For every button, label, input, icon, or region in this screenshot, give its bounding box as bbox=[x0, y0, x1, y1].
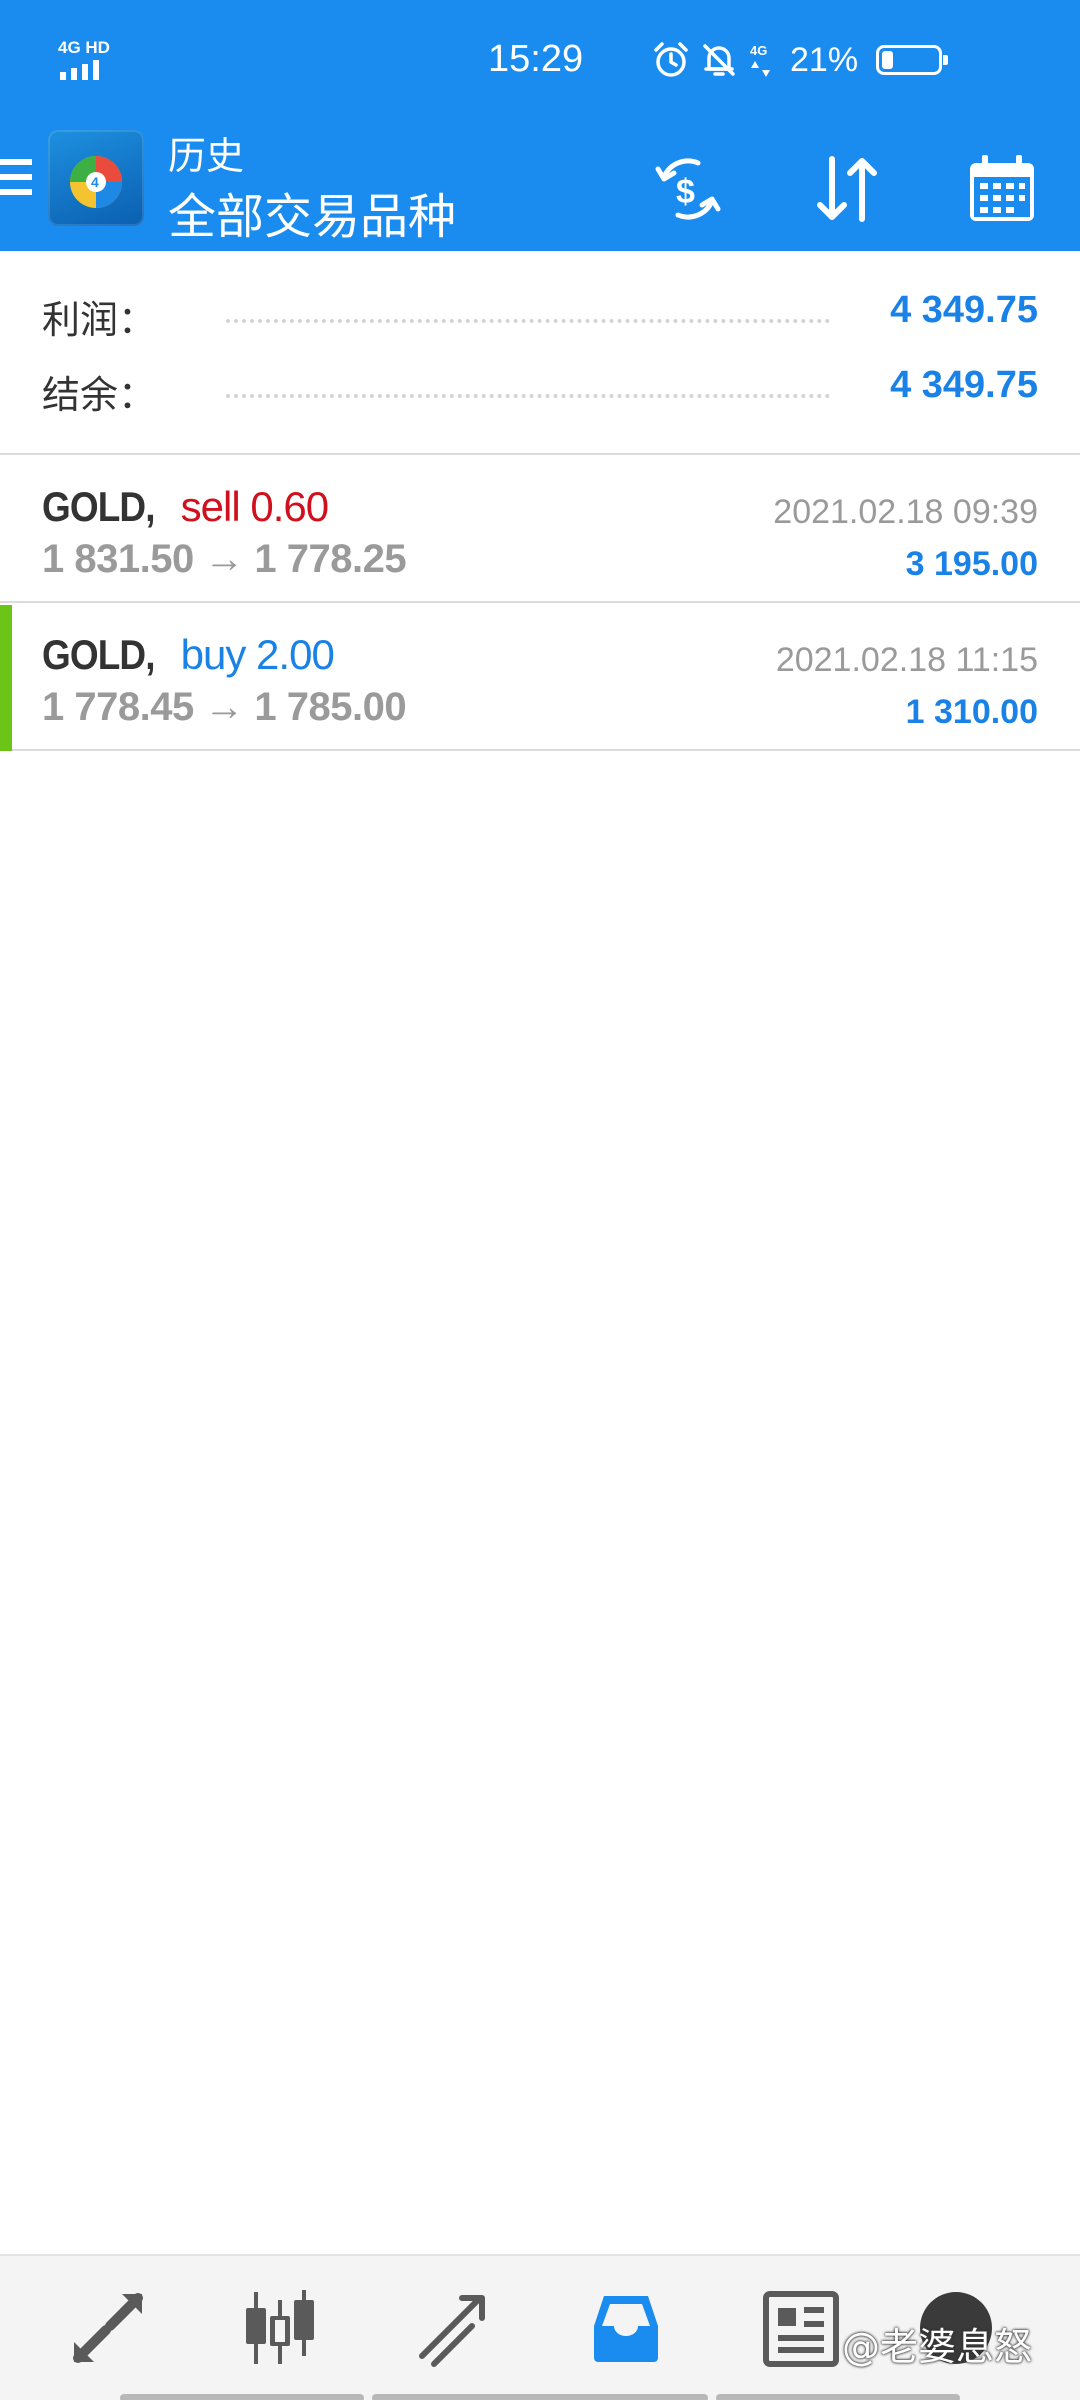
history-icon[interactable] bbox=[584, 2286, 668, 2370]
chart-icon[interactable] bbox=[238, 2286, 322, 2370]
mute-bell-icon bbox=[703, 44, 735, 76]
battery-percent: 21% bbox=[790, 40, 859, 79]
calendar-icon[interactable] bbox=[960, 147, 1044, 231]
history-summary: 利润： 4 349.75 结余： 4 349.75 bbox=[0, 251, 1080, 455]
metatrader-logo-icon: 4 bbox=[70, 156, 122, 208]
screen-subtitle: 历史 bbox=[168, 134, 245, 178]
profit-row: 利润： 4 349.75 bbox=[42, 289, 1038, 349]
app-bar: 4 历史 全部交易品种 $ bbox=[0, 125, 1080, 251]
svg-text:4G: 4G bbox=[750, 43, 767, 58]
watermark-text: @老婆息怒 bbox=[842, 2325, 1033, 2369]
deal-profit: 1 310.00 bbox=[905, 693, 1038, 731]
dotted-leader bbox=[226, 394, 830, 398]
deal-prices: 1 778.45 → 1 785.00 bbox=[42, 685, 407, 729]
status-icons: 4G 21% bbox=[652, 40, 949, 80]
battery-icon bbox=[876, 45, 949, 75]
status-time: 15:29 bbox=[488, 38, 584, 80]
deal-symbol: GOLD, bbox=[42, 631, 156, 678]
4g-data-icon: 4G bbox=[750, 43, 770, 77]
battery-fill bbox=[882, 51, 894, 69]
menu-icon[interactable] bbox=[0, 159, 32, 203]
currency-exchange-icon[interactable]: $ bbox=[646, 147, 730, 231]
deal-side: buy 2.00 bbox=[180, 631, 335, 678]
symbol-filter-title[interactable]: 全部交易品种 bbox=[168, 177, 456, 247]
deal-profit: 3 195.00 bbox=[905, 545, 1038, 583]
app-logo: 4 bbox=[48, 130, 144, 226]
deal-title: GOLD, sell 0.60 bbox=[42, 483, 329, 531]
dotted-leader bbox=[226, 319, 830, 323]
selected-marker bbox=[0, 605, 12, 751]
news-icon[interactable] bbox=[758, 2286, 842, 2370]
profit-value: 4 349.75 bbox=[890, 289, 1038, 331]
network-type: 4G HD bbox=[58, 38, 110, 57]
quotes-icon[interactable] bbox=[66, 2286, 150, 2370]
profit-label: 利润： bbox=[42, 298, 157, 342]
deal-title: GOLD, buy 2.00 bbox=[42, 631, 335, 679]
balance-value: 4 349.75 bbox=[890, 364, 1038, 406]
nav-divider bbox=[716, 2394, 960, 2400]
signal-bars-icon bbox=[60, 60, 99, 80]
deal-time: 2021.02.18 09:39 bbox=[773, 493, 1038, 531]
balance-label: 结余： bbox=[42, 373, 157, 417]
nav-divider bbox=[372, 2394, 708, 2400]
signal-indicator: 4G HD bbox=[58, 38, 118, 82]
svg-text:4: 4 bbox=[91, 174, 99, 190]
balance-row: 结余： 4 349.75 bbox=[42, 364, 1038, 424]
sort-icon[interactable] bbox=[804, 147, 888, 231]
svg-text:$: $ bbox=[676, 173, 695, 211]
deal-side: sell 0.60 bbox=[180, 483, 329, 530]
deal-time: 2021.02.18 11:15 bbox=[775, 641, 1038, 679]
deal-symbol: GOLD, bbox=[42, 483, 156, 530]
status-bar: 4G HD 15:29 4G 21% bbox=[0, 0, 1080, 125]
alarm-icon bbox=[654, 42, 688, 77]
trade-icon[interactable] bbox=[412, 2286, 496, 2370]
deal-row[interactable]: GOLD, buy 2.00 1 778.45 → 1 785.00 2021.… bbox=[0, 605, 1080, 751]
nav-divider bbox=[120, 2394, 364, 2400]
deal-row[interactable]: GOLD, sell 0.60 1 831.50 → 1 778.25 2021… bbox=[0, 457, 1080, 603]
bottom-navigation: @老婆息怒 bbox=[0, 2254, 1080, 2400]
deal-prices: 1 831.50 → 1 778.25 bbox=[42, 537, 407, 581]
